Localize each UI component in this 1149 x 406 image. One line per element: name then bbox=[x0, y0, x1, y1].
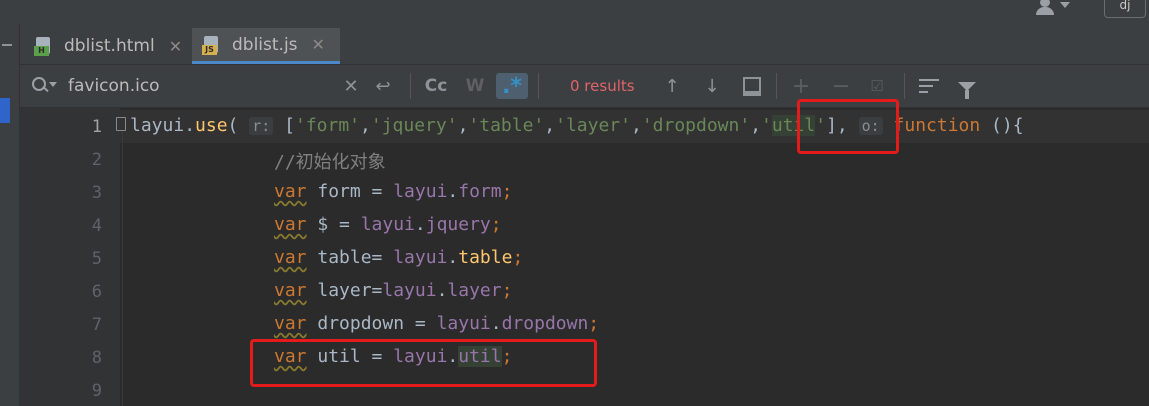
annotation-box-util-string bbox=[797, 99, 899, 154]
match-case-toggle[interactable]: Cc bbox=[422, 73, 450, 99]
divider bbox=[776, 73, 777, 99]
close-tab-icon[interactable]: ✕ bbox=[169, 37, 182, 56]
previous-occurrence-icon[interactable]: ↑ bbox=[660, 73, 684, 99]
tab-label: dblist.js bbox=[232, 34, 298, 55]
parameter-hint: r: bbox=[249, 117, 274, 135]
next-occurrence-icon[interactable]: ↓ bbox=[700, 73, 724, 99]
select-all-matches-icon[interactable]: ☑ bbox=[864, 73, 890, 99]
code-line-3[interactable]: var form = layui.form; bbox=[274, 181, 512, 202]
fold-guide bbox=[122, 131, 123, 406]
divider bbox=[904, 73, 905, 99]
line-number: 5 bbox=[91, 249, 102, 269]
line-number: 9 bbox=[91, 381, 102, 401]
line-number: 7 bbox=[91, 315, 102, 335]
tab-label: dblist.html bbox=[64, 36, 155, 56]
line-number: 2 bbox=[91, 150, 102, 170]
code-line-2[interactable]: //初始化对象 bbox=[274, 148, 386, 174]
line-number: 4 bbox=[91, 216, 102, 236]
project-tool-strip bbox=[0, 24, 20, 406]
remove-occurrence-icon[interactable]: − bbox=[826, 73, 856, 99]
filter-menu-icon[interactable] bbox=[916, 73, 942, 99]
fold-toggle-icon[interactable] bbox=[116, 117, 126, 131]
project-badge[interactable]: dj bbox=[1104, 0, 1146, 18]
editor-tab-bar: H dblist.html ✕ JS dblist.js ✕ bbox=[20, 24, 1149, 65]
tab-dblist-js[interactable]: JS dblist.js ✕ bbox=[192, 28, 340, 64]
find-bar: ✕ ↩ Cc W .* 0 results ↑ ↓ + − ☑ bbox=[20, 65, 1149, 108]
line-number: 3 bbox=[91, 183, 102, 203]
search-results-count: 0 results bbox=[570, 77, 635, 95]
clear-search-icon[interactable]: ✕ bbox=[340, 73, 362, 99]
tool-window-marker[interactable] bbox=[2, 44, 12, 46]
code-line-4[interactable]: var $ = layui.jquery; bbox=[274, 214, 502, 235]
user-account-icon[interactable] bbox=[1034, 0, 1074, 18]
code-line-7[interactable]: var dropdown = layui.dropdown; bbox=[274, 313, 599, 334]
regex-toggle[interactable]: .* bbox=[496, 73, 528, 99]
add-occurrence-icon[interactable]: + bbox=[786, 73, 816, 99]
html-file-icon: H bbox=[34, 36, 56, 56]
select-all-occurrences-icon[interactable] bbox=[740, 73, 764, 99]
line-number-gutter: 1 2 3 4 5 6 7 8 9 bbox=[20, 108, 120, 406]
js-file-icon: JS bbox=[202, 35, 224, 55]
new-line-icon[interactable]: ↩ bbox=[370, 73, 396, 99]
line-number: 1 bbox=[91, 117, 102, 137]
search-input[interactable] bbox=[66, 72, 350, 100]
code-line-6[interactable]: var layer=layui.layer; bbox=[274, 280, 512, 301]
divider bbox=[538, 73, 539, 99]
line-number: 6 bbox=[91, 282, 102, 302]
search-history-icon[interactable] bbox=[32, 77, 57, 95]
selected-tool-indicator[interactable] bbox=[0, 98, 10, 123]
divider bbox=[410, 73, 411, 99]
tab-dblist-html[interactable]: H dblist.html ✕ bbox=[34, 28, 182, 64]
annotation-box-util-line bbox=[250, 339, 597, 387]
title-bar: dj bbox=[0, 0, 1149, 24]
code-line-5[interactable]: var table= layui.table; bbox=[274, 247, 523, 268]
filter-icon[interactable] bbox=[954, 73, 980, 99]
line-number: 8 bbox=[91, 348, 102, 368]
whole-words-toggle[interactable]: W bbox=[462, 73, 488, 99]
close-tab-icon[interactable]: ✕ bbox=[312, 35, 325, 54]
